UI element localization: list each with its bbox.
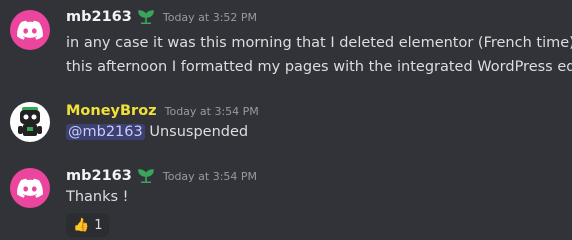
username[interactable]: mb2163 bbox=[66, 9, 132, 25]
discord-logo-icon bbox=[17, 178, 43, 198]
leaf-badge-icon[interactable] bbox=[137, 168, 155, 184]
robot-avatar-icon bbox=[18, 107, 42, 136]
message-text: Thanks ! bbox=[66, 189, 129, 205]
reaction-count: 1 bbox=[94, 217, 103, 233]
timestamp: Today at 3:54 PM bbox=[164, 104, 259, 118]
message-text: this afternoon I formatted my pages with… bbox=[66, 59, 572, 75]
message-body: Unsuspended bbox=[144, 124, 249, 140]
user-mention[interactable]: @mb2163 bbox=[66, 124, 145, 140]
reaction-button[interactable]: 👍 1 bbox=[66, 213, 110, 237]
message-text: in any case it was this morning that I d… bbox=[66, 35, 572, 51]
username[interactable]: mb2163 bbox=[66, 168, 132, 184]
leaf-badge-icon[interactable] bbox=[137, 9, 155, 25]
avatar[interactable] bbox=[10, 168, 50, 208]
thumbs-up-icon: 👍 bbox=[73, 217, 90, 233]
avatar[interactable] bbox=[10, 10, 50, 50]
message-text: @mb2163 Unsuspended bbox=[66, 124, 248, 140]
timestamp: Today at 3:54 PM bbox=[162, 169, 258, 183]
discord-logo-icon bbox=[17, 20, 43, 40]
timestamp: Today at 3:52 PM bbox=[162, 10, 258, 24]
username[interactable]: MoneyBroz bbox=[66, 103, 157, 119]
avatar[interactable] bbox=[10, 102, 50, 142]
